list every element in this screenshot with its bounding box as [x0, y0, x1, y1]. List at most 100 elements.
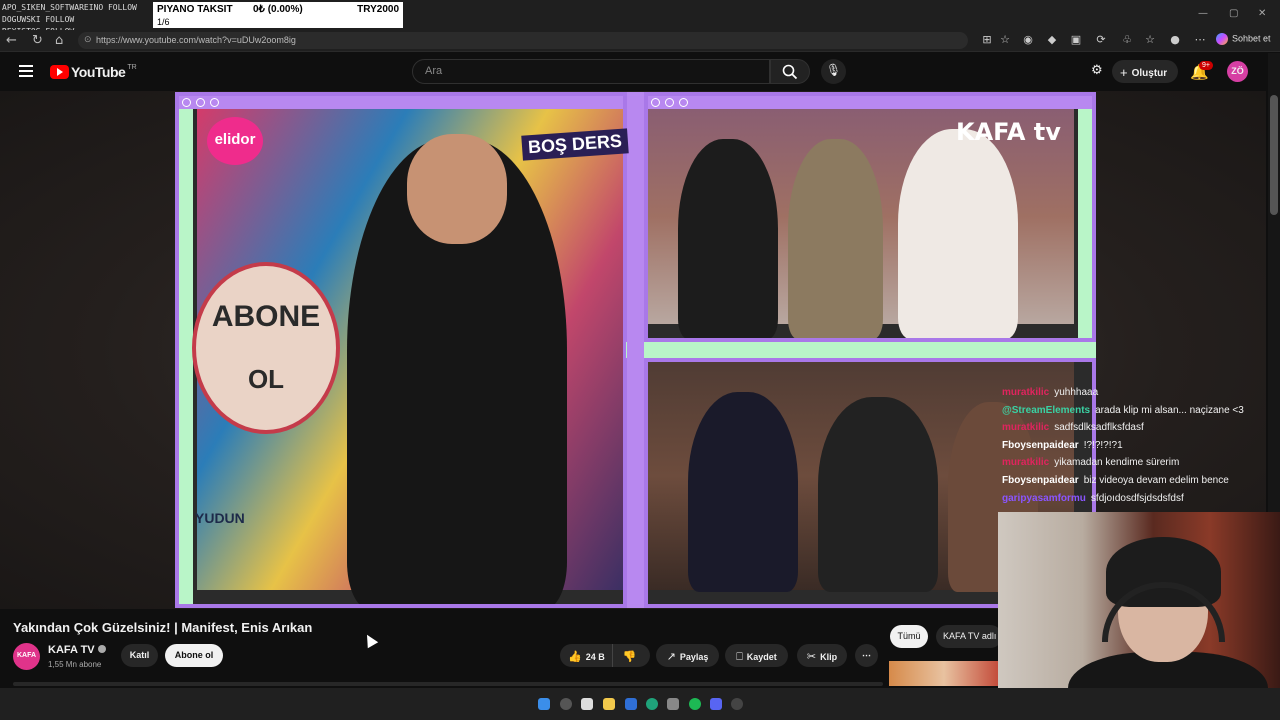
home-icon[interactable]: ⌂	[55, 33, 63, 48]
copilot-button[interactable]: Sohbet et	[1216, 33, 1271, 45]
puzzle-icon[interactable]: ◆	[1045, 33, 1059, 47]
edge-icon[interactable]	[646, 698, 658, 710]
panel-titlebar	[179, 96, 623, 109]
url-text: https://www.youtube.com/watch?v=uDUw2oom…	[96, 35, 296, 45]
clip-button[interactable]: ✂ Klip	[797, 644, 847, 667]
chat-text: !?!?!?!?1	[1083, 439, 1123, 451]
thumbs-down-icon: 👎	[622, 650, 637, 663]
sync-icon[interactable]: ⟳	[1094, 33, 1108, 47]
video-title: Yakından Çok Güzelsiniz! | Manifest, Eni…	[13, 620, 313, 635]
green-divider	[626, 342, 1096, 358]
plus-icon: +	[1120, 65, 1128, 80]
grid-icon[interactable]: ⊞	[980, 33, 994, 47]
chat-message: muratkilic yuhhhaaa	[1002, 384, 1278, 402]
chat-text: sadfsdlksadflksfdasf	[1054, 422, 1144, 434]
donation-ticker: PIYANO TAKSIT 0₺ (0.00%) TRY2000 1/6	[153, 2, 403, 28]
chip-channel[interactable]: KAFA TV adlı	[936, 625, 1002, 648]
share-label: Paylaş	[679, 652, 709, 662]
search-icon[interactable]	[560, 698, 572, 710]
url-field[interactable]: ⊙ https://www.youtube.com/watch?v=uDUw2o…	[78, 32, 968, 49]
channel-name[interactable]: KAFA TV	[48, 644, 106, 656]
search-input[interactable]: Ara	[412, 59, 770, 84]
like-button[interactable]: 👍 24 B	[560, 644, 612, 667]
guest-figure	[688, 392, 798, 592]
youtube-play-icon	[50, 65, 69, 79]
steam-icon[interactable]	[667, 698, 679, 710]
collections-icon[interactable]: ☆	[1143, 33, 1157, 47]
stream-chat: muratkilic yuhhhaaa @StreamElements arada …	[1002, 384, 1278, 507]
chat-message: muratkilic sadfsdlksadflksfdasf	[1002, 419, 1278, 437]
clip-label: Klip	[820, 652, 838, 662]
guest-figure	[788, 139, 883, 338]
window-dot-icon	[182, 98, 191, 107]
discord-icon[interactable]	[710, 698, 722, 710]
close-icon[interactable]: ✕	[1258, 8, 1266, 19]
chat-user: @StreamElements	[1002, 404, 1091, 416]
chat-user: Fboysenpaidear	[1002, 439, 1079, 451]
obs-icon[interactable]	[731, 698, 743, 710]
chat-user: muratkilic	[1002, 387, 1050, 398]
store-icon[interactable]	[625, 698, 637, 710]
ticker-goal: TRY2000	[357, 4, 399, 15]
related-video-thumbnail[interactable]	[889, 661, 999, 686]
taskbar	[0, 688, 1280, 720]
start-icon[interactable]	[538, 698, 550, 710]
chip-all[interactable]: Tümü	[890, 625, 928, 648]
purple-divider	[627, 92, 644, 608]
chat-user: Fboysenpaidear	[1002, 474, 1079, 486]
subscriber-count: 1,55 Mn abone	[48, 660, 102, 669]
chat-user: muratkilic	[1002, 457, 1050, 469]
youtube-logo[interactable]: YouTube TR	[50, 64, 137, 80]
avatar[interactable]: ZÖ	[1227, 61, 1248, 82]
chat-text: sfdjoıdosdfsjdsdsfdsf	[1090, 492, 1184, 504]
share-button[interactable]: ↗ Paylaş	[656, 644, 719, 667]
logo-text: YouTube	[71, 64, 126, 80]
back-icon[interactable]: ←	[6, 33, 17, 48]
dislike-button[interactable]: 👎	[612, 644, 650, 667]
explorer-icon[interactable]	[603, 698, 615, 710]
save-label: Kaydet	[746, 652, 777, 662]
chat-message: Fboysenpaidear !?!?!?!?1	[1002, 437, 1278, 455]
kafatv-watermark: KAFA tv	[956, 118, 1061, 146]
menu-icon[interactable]	[19, 65, 33, 77]
mic-icon[interactable]: 🎙	[821, 59, 846, 84]
join-button[interactable]: Katıl	[121, 644, 158, 667]
refresh-icon[interactable]: ↻	[32, 33, 43, 48]
divider	[13, 682, 883, 686]
green-strip	[179, 109, 193, 604]
profile-icon[interactable]: ●	[1168, 33, 1182, 47]
ticker-name: PIYANO TAKSIT	[157, 4, 233, 15]
scrollbar-thumb[interactable]	[1270, 95, 1278, 215]
ticker-change: 0₺ (0.00%)	[253, 4, 303, 15]
chat-text: arada klip mi alsan... naçizane <3	[1095, 404, 1244, 416]
green-strip	[1078, 109, 1092, 338]
mouse-cursor-icon	[361, 631, 379, 649]
window-dot-icon	[196, 98, 205, 107]
search-placeholder: Ara	[425, 65, 443, 77]
maximize-icon[interactable]: ▢	[1229, 8, 1238, 19]
minimize-icon[interactable]: —	[1198, 8, 1208, 19]
more-actions-button[interactable]: ⋯	[855, 644, 878, 667]
sign-yudun: YUDUN	[195, 510, 245, 526]
more-icon[interactable]: ⋯	[1193, 33, 1207, 47]
sign-abone-text: ABONE	[211, 300, 321, 333]
search-icon	[782, 64, 798, 80]
copilot-label: Sohbet et	[1232, 33, 1271, 44]
extension-icon[interactable]: ◉	[1021, 33, 1035, 47]
star-icon[interactable]: ☆	[998, 33, 1012, 47]
favorites-icon[interactable]: ♧	[1120, 33, 1134, 47]
chat-message: @StreamElements arada klip mi alsan... na…	[1002, 402, 1278, 420]
window-dot-icon	[651, 98, 660, 107]
create-button[interactable]: + Oluştur	[1112, 60, 1178, 83]
search-button[interactable]	[770, 59, 810, 84]
record-icon[interactable]: ▣	[1069, 33, 1083, 47]
channel-avatar[interactable]: KAFA	[13, 643, 40, 670]
bookmark-icon: ⎕	[736, 650, 743, 663]
guest-figure	[818, 397, 938, 592]
cast-icon[interactable]: ⚙	[1091, 63, 1103, 78]
follow-line: DOGUWSKI FOLLOW	[2, 15, 75, 24]
spotify-icon[interactable]	[689, 698, 701, 710]
subscribe-button[interactable]: Abone ol	[165, 644, 223, 667]
task-view-icon[interactable]	[581, 698, 593, 710]
save-button[interactable]: ⎕ Kaydet	[725, 644, 788, 667]
